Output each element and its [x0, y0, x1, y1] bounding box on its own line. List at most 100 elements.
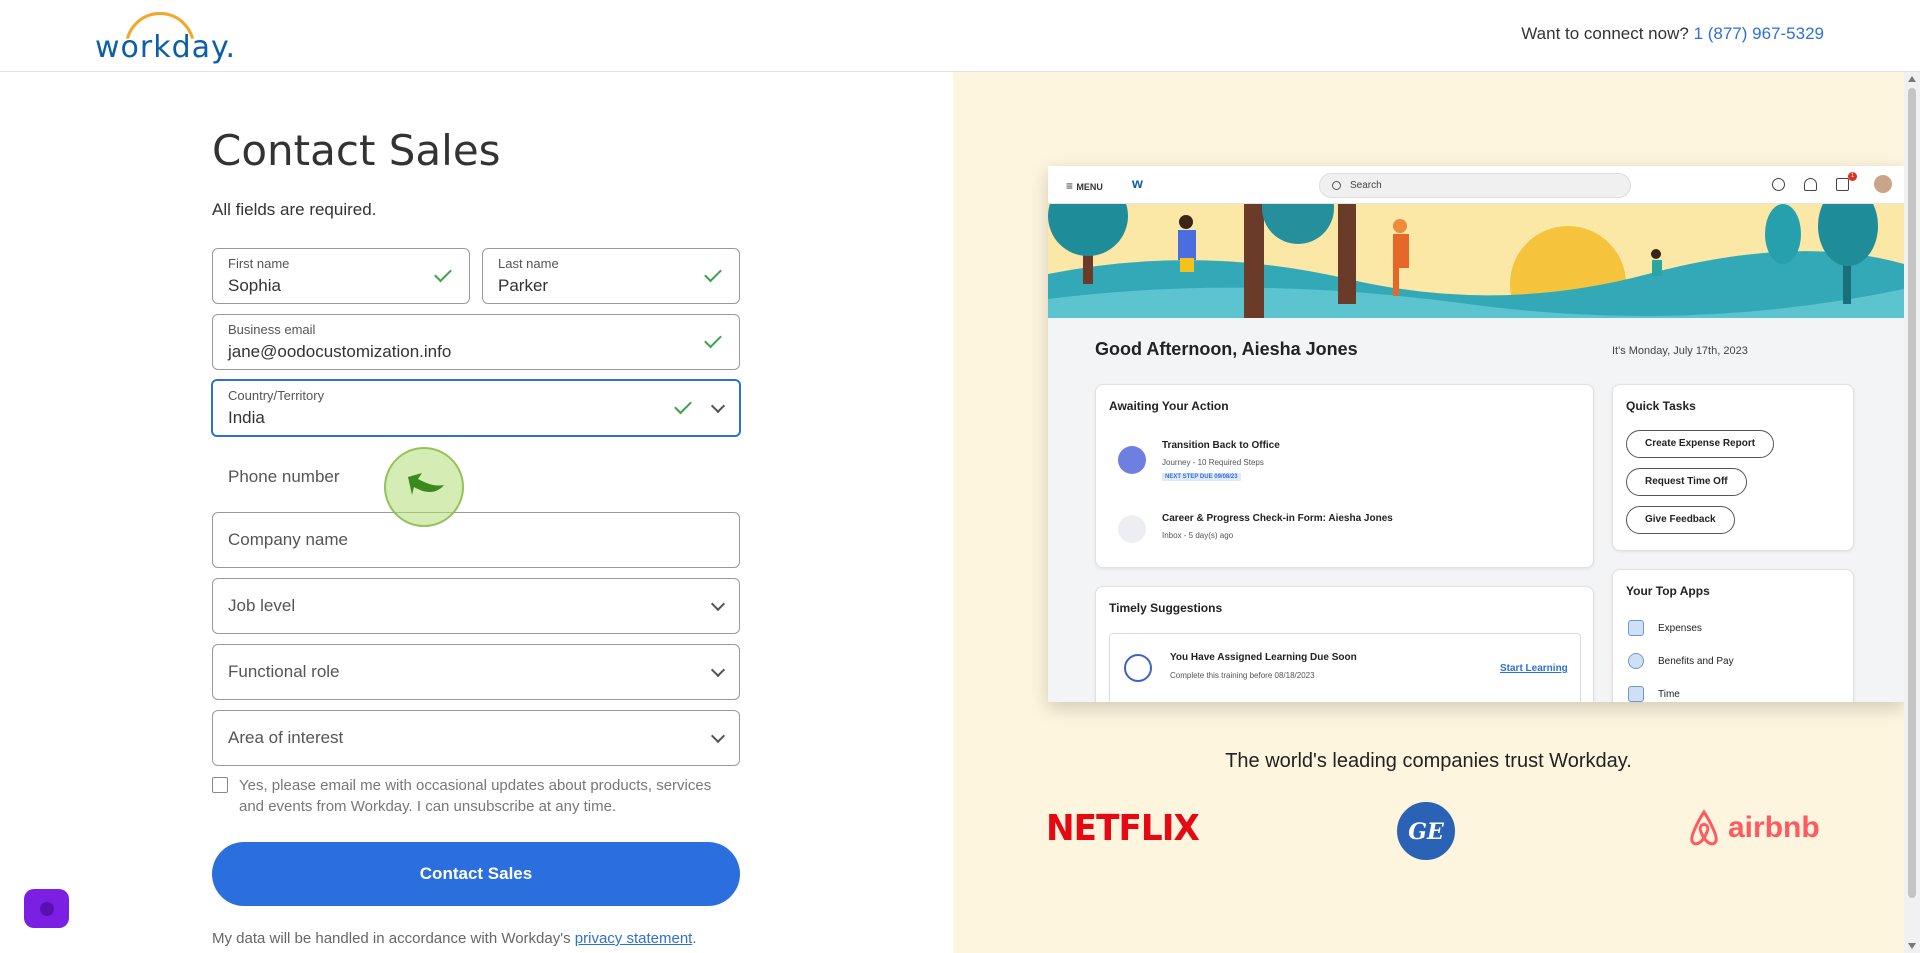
awaiting-action-card: Awaiting Your Action Transition Back to … [1095, 384, 1594, 568]
awaiting-item-title: Career & Progress Check-in Form: Aiesha … [1162, 513, 1393, 524]
privacy-prefix: My data will be handled in accordance wi… [212, 930, 571, 947]
phone-link[interactable]: 1 (877) 967-5329 [1694, 24, 1824, 43]
top-bar: workday. Want to connect now? 1 (877) 96… [0, 0, 1920, 72]
quick-task-button: Request Time Off [1626, 468, 1747, 496]
search-icon [1332, 181, 1341, 190]
privacy-suffix: . [692, 930, 697, 947]
app-name: Benefits and Pay [1658, 656, 1734, 667]
country-select[interactable]: Country/Territory India [211, 379, 741, 437]
app-name: Expenses [1658, 623, 1702, 634]
app-name: Time [1658, 689, 1680, 700]
due-tag: NEXT STEP DUE 09/08/23 [1162, 473, 1241, 481]
timely-title: Timely Suggestions [1109, 601, 1223, 615]
scroll-down-arrow-icon[interactable] [1908, 943, 1916, 949]
suggestion-item: You Have Assigned Learning Due Soon Comp… [1109, 633, 1581, 702]
top-apps-card: Your Top Apps Expenses Benefits and Pay … [1612, 569, 1854, 702]
chevron-down-icon [710, 662, 726, 678]
consent-checkbox[interactable] [212, 777, 228, 793]
consent-text: Yes, please email me with occasional upd… [239, 777, 712, 815]
check-icon [704, 264, 722, 283]
required-note: All fields are required. [212, 200, 377, 219]
banner-illustration [1048, 204, 1904, 318]
top-apps-title: Your Top Apps [1626, 584, 1710, 598]
country-value: India [228, 408, 265, 427]
privacy-statement-link[interactable]: privacy statement [575, 930, 693, 947]
mockup-menu: MENU [1066, 179, 1103, 193]
email-field[interactable]: Business email jane@oodocustomization.in… [212, 314, 740, 370]
learning-icon [1124, 654, 1152, 682]
scroll-up-arrow-icon[interactable] [1908, 76, 1916, 82]
scrollbar[interactable] [1904, 72, 1920, 953]
ge-logo-text: GE [1408, 819, 1444, 845]
time-icon [1628, 686, 1644, 702]
last-name-field[interactable]: Last name Parker [482, 248, 740, 304]
mockup-logo: w [1132, 175, 1143, 191]
first-name-value: Sophia [228, 276, 281, 295]
area-of-interest-placeholder: Area of interest [228, 728, 344, 747]
netflix-logo: NETFLIX [1046, 808, 1200, 849]
timely-suggestions-card: Timely Suggestions You Have Assigned Lea… [1095, 586, 1594, 702]
job-level-placeholder: Job level [228, 596, 296, 615]
benefits-icon [1628, 653, 1644, 669]
awaiting-title: Awaiting Your Action [1109, 399, 1229, 413]
check-icon [674, 396, 692, 415]
connect-text: Want to connect now? 1 (877) 967-5329 [1521, 24, 1824, 44]
location-pin-icon [1118, 446, 1146, 474]
scrollbar-thumb[interactable] [1908, 88, 1916, 898]
arrow-cursor-icon [408, 473, 444, 495]
email-value: jane@oodocustomization.info [228, 342, 452, 361]
bell-icon [1804, 178, 1817, 191]
check-icon [434, 264, 452, 283]
privacy-note: My data will be handled in accordance wi… [212, 930, 697, 947]
notification-badge: 1 [1848, 172, 1857, 181]
expenses-icon [1628, 620, 1644, 636]
contact-sales-button[interactable]: Contact Sales [212, 842, 740, 906]
check-icon [704, 330, 722, 349]
first-name-field[interactable]: First name Sophia [212, 248, 470, 304]
email-label: Business email [228, 322, 316, 337]
job-level-select[interactable]: Job level [212, 578, 740, 634]
airbnb-logo: airbnb [1728, 811, 1820, 844]
date-text: It's Monday, July 17th, 2023 [1612, 345, 1748, 357]
inbox-icon [1836, 178, 1849, 191]
suggestion-sub: Complete this training before 08/18/2023 [1170, 671, 1315, 680]
avatar [1874, 175, 1892, 193]
quick-tasks-title: Quick Tasks [1626, 399, 1696, 413]
chevron-down-icon [710, 728, 726, 744]
workday-logo[interactable]: workday. [95, 12, 235, 65]
mockup-search: Search [1319, 173, 1631, 198]
functional-role-select[interactable]: Functional role [212, 644, 740, 700]
chat-button[interactable] [24, 889, 69, 928]
first-name-label: First name [228, 256, 290, 271]
chevron-down-icon [710, 398, 726, 414]
functional-role-placeholder: Functional role [228, 662, 340, 681]
logo-text: workday. [95, 30, 237, 65]
chevron-down-icon [710, 596, 726, 612]
mockup-search-placeholder: Search [1350, 180, 1382, 191]
start-learning-link: Start Learning [1500, 663, 1568, 674]
last-name-label: Last name [498, 256, 559, 271]
connect-label: Want to connect now? [1521, 24, 1689, 43]
quick-task-button: Give Feedback [1626, 506, 1735, 534]
quick-task-button: Create Expense Report [1626, 430, 1775, 458]
area-of-interest-select[interactable]: Area of interest [212, 710, 740, 766]
awaiting-item-sub: Inbox - 5 day(s) ago [1162, 531, 1234, 540]
inbox-tray-icon [1118, 515, 1146, 543]
suggestion-title: You Have Assigned Learning Due Soon [1170, 652, 1357, 663]
awaiting-item-sub: Journey - 10 Required Steps [1162, 458, 1264, 467]
ge-logo: GE [1397, 802, 1455, 860]
chat-icon [1772, 178, 1785, 191]
page-title: Contact Sales [212, 126, 501, 175]
company-name-placeholder: Company name [228, 530, 349, 549]
airbnb-icon [1690, 809, 1718, 846]
awaiting-item-title: Transition Back to Office [1162, 440, 1280, 451]
cursor-highlight [384, 447, 464, 527]
mockup-header: MENU w Search 1 [1048, 166, 1904, 204]
quick-tasks-card: Quick Tasks Create Expense Report Reques… [1612, 384, 1854, 551]
product-mockup: MENU w Search 1 Good Afternoon, Aies [1048, 166, 1904, 702]
company-name-input[interactable]: Company name [212, 512, 740, 568]
phone-number-label[interactable]: Phone number [228, 467, 340, 487]
trust-headline: The world's leading companies trust Work… [1225, 750, 1632, 772]
country-label: Country/Territory [228, 388, 325, 403]
last-name-value: Parker [498, 276, 549, 295]
